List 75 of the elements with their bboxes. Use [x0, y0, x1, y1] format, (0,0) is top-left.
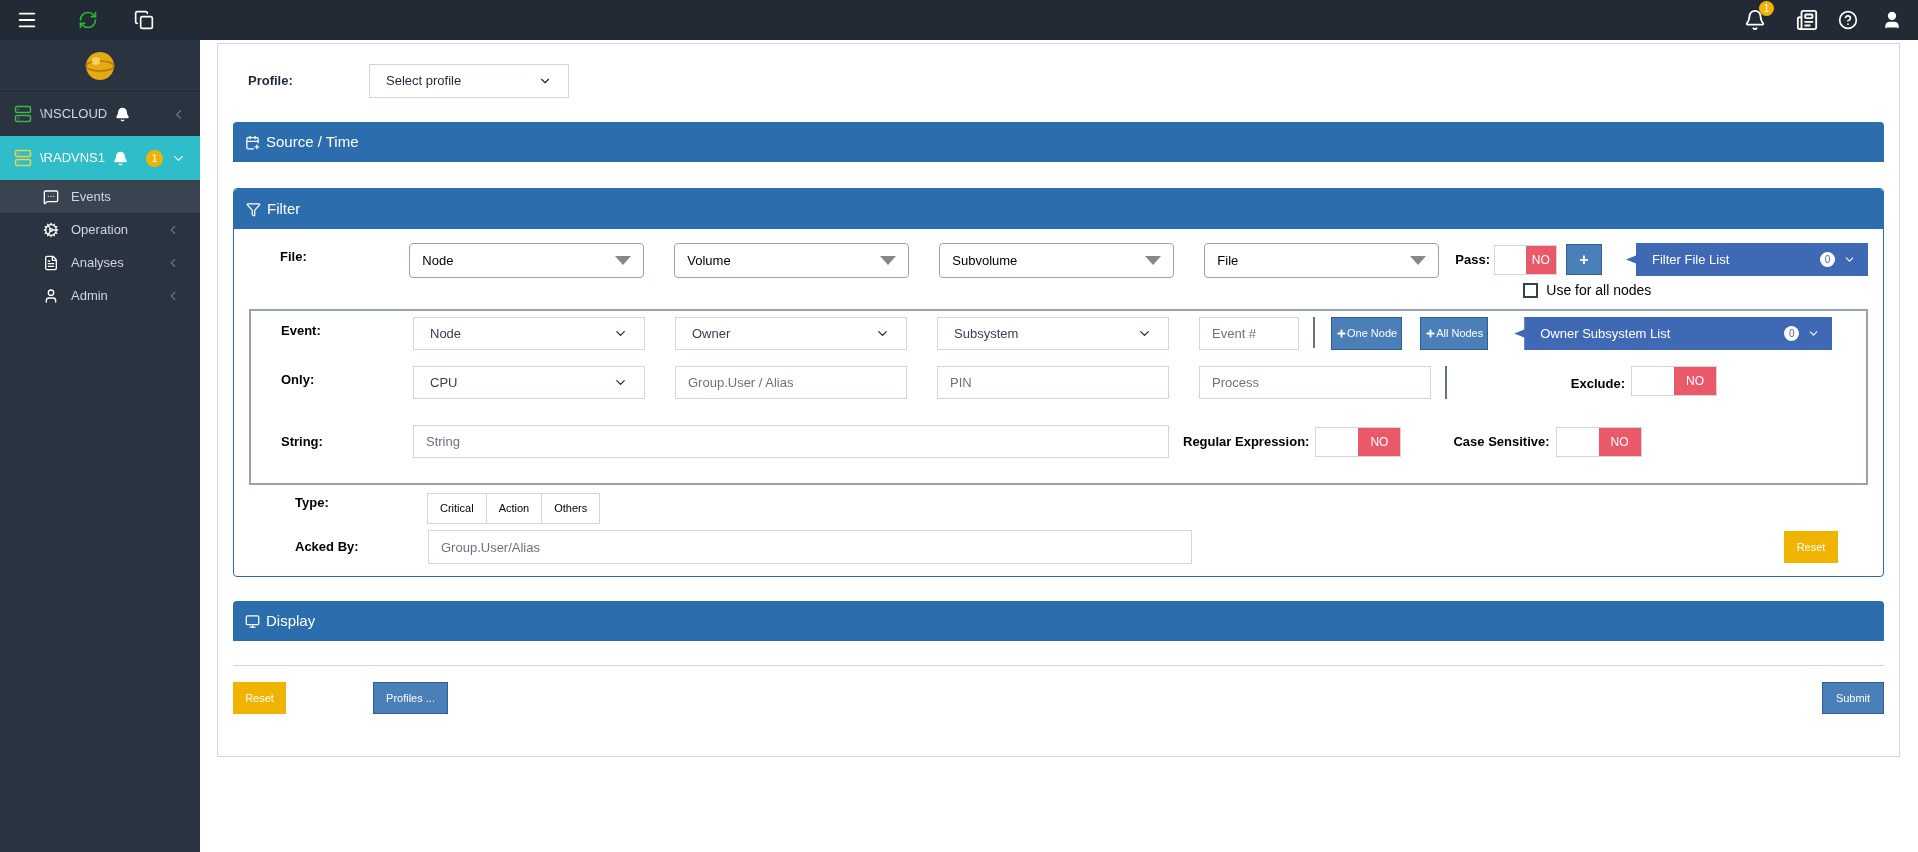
input-field[interactable]: String: [413, 425, 1169, 458]
section-icon: [246, 201, 261, 217]
count-badge: 1: [146, 149, 163, 167]
bell-icon: [113, 150, 129, 166]
type-option[interactable]: Critical: [427, 493, 487, 524]
menu-item-icon: [43, 254, 59, 271]
menu-item[interactable]: Operation: [0, 213, 200, 246]
section-icon: [245, 613, 260, 629]
select-field[interactable]: CPU: [413, 366, 645, 399]
combo-field[interactable]: File: [1204, 243, 1440, 278]
input-field[interactable]: Group.User/Alias: [428, 530, 1192, 564]
node-item[interactable]: \NSCLOUD: [0, 92, 200, 136]
newspaper-icon[interactable]: [1796, 9, 1818, 31]
section-title: Source / Time: [266, 131, 359, 152]
input-field[interactable]: Event #: [1199, 317, 1299, 350]
field-label: Regular Expression:: [1183, 432, 1310, 451]
server-icon: [14, 105, 32, 123]
notification-badge: 1: [1759, 1, 1774, 16]
field-label: Type:: [294, 494, 330, 512]
field-label: Acked By:: [294, 538, 360, 557]
type-option[interactable]: Action: [485, 493, 543, 524]
list-dropdown[interactable]: Filter File List 0: [1626, 243, 1868, 276]
help-icon[interactable]: [1838, 10, 1858, 30]
combo-field[interactable]: Node: [409, 243, 645, 278]
field-label: String:: [280, 432, 324, 451]
triangle-down-icon: [1410, 256, 1427, 265]
section-header[interactable]: Display: [233, 601, 1884, 641]
checkbox[interactable]: [1523, 283, 1539, 298]
input-field[interactable]: Group.User / Alias: [675, 366, 907, 399]
combo-field[interactable]: Subvolume: [939, 243, 1175, 278]
triangle-down-icon: [615, 256, 632, 265]
field-label: Pass:: [1455, 250, 1490, 269]
profiles-button[interactable]: Profiles ...: [373, 682, 448, 714]
select-field[interactable]: Node: [413, 317, 645, 350]
all-nodes-button[interactable]: All Nodes: [1420, 317, 1489, 350]
input-field[interactable]: PIN: [937, 366, 1169, 399]
refresh-icon[interactable]: [78, 10, 98, 30]
server-icon: [14, 149, 32, 167]
select-field[interactable]: Owner: [675, 317, 907, 350]
field-label: Event:: [280, 322, 322, 340]
notification-bell-icon[interactable]: [1744, 9, 1766, 31]
add-button[interactable]: +: [1566, 244, 1602, 275]
menu-item-icon: [43, 188, 59, 205]
menu-item-icon: [43, 221, 59, 238]
field-label: Exclude:: [1569, 375, 1625, 393]
copy-icon[interactable]: [134, 10, 154, 30]
menu-item[interactable]: Events: [0, 180, 200, 213]
triangle-down-icon: [1145, 256, 1162, 265]
list-dropdown[interactable]: Owner Subsystem List 0: [1514, 317, 1833, 350]
submit-button[interactable]: Submit: [1822, 682, 1884, 714]
plus-icon: [1425, 328, 1437, 339]
checkbox-label: Use for all nodes: [1546, 281, 1652, 300]
one-node-button[interactable]: One Node: [1331, 317, 1403, 350]
menu-item-icon: [43, 287, 59, 304]
field-label: Only:: [280, 371, 316, 389]
field-label: Case Sensitive:: [1453, 432, 1550, 451]
section-title: Display: [266, 610, 316, 631]
field-label: File:: [279, 248, 308, 266]
profile-select[interactable]: Select profile: [369, 64, 569, 98]
field-label: Profile:: [247, 72, 294, 91]
globe-logo-icon: [85, 50, 115, 81]
section-header[interactable]: Source / Time: [233, 122, 1884, 162]
plus-icon: [1336, 328, 1347, 339]
combo-field[interactable]: Volume: [674, 243, 910, 278]
section-header[interactable]: Filter: [234, 189, 1883, 229]
user-icon[interactable]: [1882, 10, 1902, 30]
section-title: Filter: [267, 198, 301, 219]
menu-item[interactable]: Analyses: [0, 246, 200, 279]
select-field[interactable]: Subsystem: [937, 317, 1169, 350]
bell-icon: [115, 106, 131, 122]
triangle-down-icon: [880, 256, 897, 265]
input-field[interactable]: Process: [1199, 366, 1431, 399]
section-icon: [245, 134, 260, 150]
menu-item[interactable]: Admin: [0, 279, 200, 312]
type-option[interactable]: Others: [541, 493, 601, 524]
